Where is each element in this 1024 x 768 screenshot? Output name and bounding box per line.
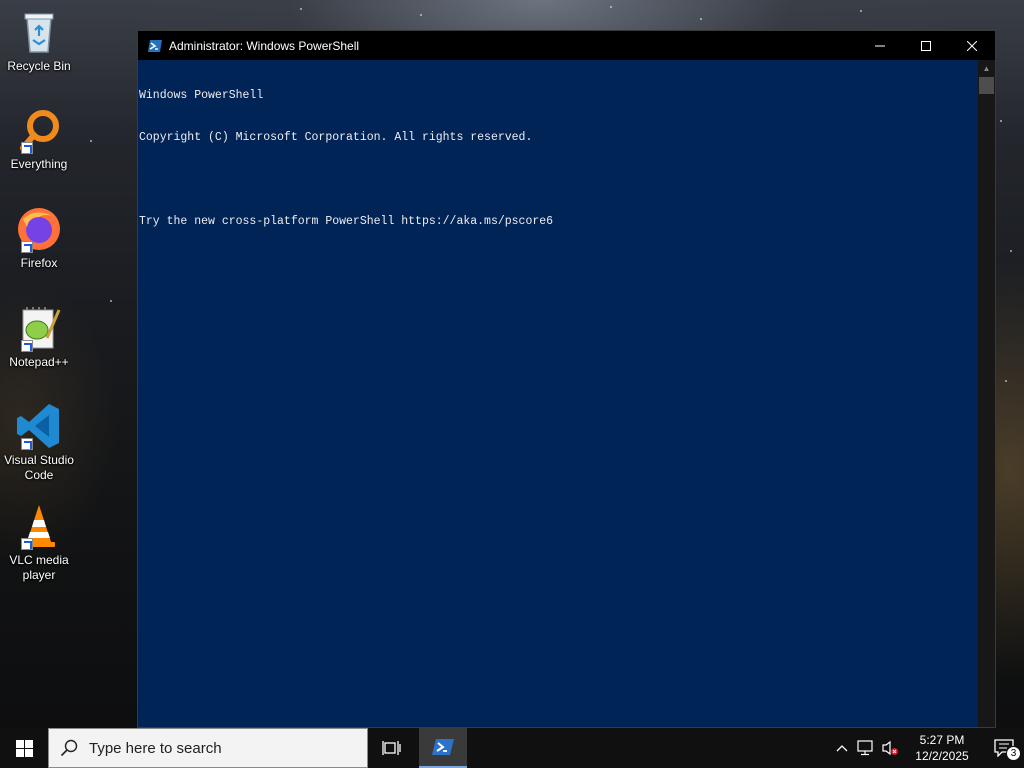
scrollbar-thumb[interactable] [979,77,994,94]
desktop-icon-everything[interactable]: Everything [2,106,76,172]
powershell-icon [148,39,162,52]
powershell-icon [432,739,454,755]
task-view-icon [382,741,401,755]
desktop-icon-vlc[interactable]: VLC media player [2,502,76,583]
maximize-button[interactable] [903,31,949,60]
task-view-button[interactable] [368,728,416,768]
system-tray: 5:27 PM 12/2/2025 3 [830,728,1024,768]
shortcut-arrow-icon [21,538,33,550]
clock-date: 12/2/2025 [915,749,969,763]
scroll-up-arrow-icon[interactable]: ▲ [978,60,995,77]
console-line: Try the new cross-platform PowerShell ht… [139,215,554,228]
desktop-icon-recycle-bin[interactable]: Recycle Bin [2,8,76,74]
start-button[interactable] [0,728,48,768]
notepad-plus-plus-icon [15,304,63,352]
vlc-cone-icon [15,502,63,550]
recycle-bin-icon [15,8,63,56]
desktop-icon-firefox[interactable]: Firefox [2,205,76,271]
desktop-icon-label: Recycle Bin [7,59,71,73]
close-icon [967,40,977,51]
vertical-scrollbar[interactable]: ▲ [978,60,995,727]
notification-count-badge: 3 [1006,746,1021,761]
firefox-icon [15,205,63,253]
desktop-icon-label: Notepad++ [9,355,69,369]
magnifier-icon [15,106,63,154]
taskbar-search-box[interactable]: Type here to search [48,728,368,768]
console-line: Copyright (C) Microsoft Corporation. All… [139,131,533,144]
taskbar-clock[interactable]: 5:27 PM 12/2/2025 [906,732,978,764]
console-line: Windows PowerShell [139,89,264,102]
maximize-icon [921,40,931,51]
search-placeholder: Type here to search [89,739,222,757]
close-button[interactable] [949,31,995,60]
window-title: Administrator: Windows PowerShell [169,38,360,53]
desktop-icon-label: Firefox [20,256,58,270]
desktop-icon-label: VLC media player [9,553,69,582]
powershell-window[interactable]: Administrator: Windows PowerShell Window… [137,30,996,728]
window-titlebar[interactable]: Administrator: Windows PowerShell [138,31,995,60]
shortcut-arrow-icon [21,142,33,154]
windows-logo-icon [15,739,33,757]
minimize-icon [875,45,885,46]
minimize-button[interactable] [857,31,903,60]
chevron-up-icon[interactable] [830,728,854,768]
desktop-icon-label: Visual Studio Code [4,453,74,482]
taskbar: Type here to search 5:27 PM 12/2/2025 3 [0,728,1024,768]
desktop-icon-vscode[interactable]: Visual Studio Code [2,402,76,483]
taskbar-powershell-button[interactable] [419,728,467,768]
volume-muted-icon[interactable] [878,728,902,768]
clock-time: 5:27 PM [919,733,965,747]
search-icon [49,739,89,757]
shortcut-arrow-icon [21,241,33,253]
desktop-icon-label: Everything [10,157,68,171]
shortcut-arrow-icon [21,340,33,352]
network-icon[interactable] [854,728,878,768]
desktop-icon-notepad-plus-plus[interactable]: Notepad++ [2,304,76,370]
console-output[interactable]: Windows PowerShell Copyright (C) Microso… [138,60,978,727]
action-center-button[interactable]: 3 [984,728,1024,768]
shortcut-arrow-icon [21,438,33,450]
vscode-icon [15,402,63,450]
